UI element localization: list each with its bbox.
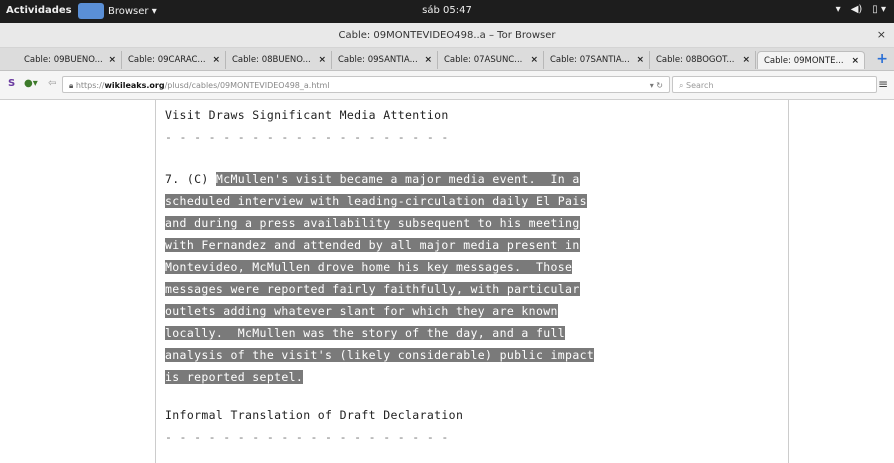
selected-text[interactable]: Montevideo, McMullen drove home his key … (165, 260, 573, 274)
section-heading: Informal Translation of Draft Declaratio… (165, 408, 464, 422)
selected-text[interactable]: outlets adding whatever slant for which … (165, 304, 558, 318)
tab-close-icon[interactable]: × (530, 51, 538, 69)
section-heading: Visit Draws Significant Media Attention (165, 108, 449, 122)
tab-label: Cable: 09SANTIA... (338, 55, 418, 65)
search-placeholder: Search (686, 81, 714, 90)
tab[interactable]: Cable: 08BUENO... × (226, 51, 332, 69)
tab-close-icon[interactable]: × (212, 51, 220, 69)
reload-icon[interactable]: ▾ ↻ (650, 77, 663, 94)
selected-text[interactable]: messages were reported fairly faithfully… (165, 282, 580, 296)
window-title: Cable: 09MONTEVIDEO498..a – Tor Browser (338, 30, 556, 41)
paragraph-line[interactable]: and during a press availability subseque… (165, 216, 580, 230)
paragraph-line[interactable]: 7. (C) McMullen's visit became a major m… (165, 172, 580, 186)
url-path: /plusd/cables/09MONTEVIDEO498_a.html (164, 81, 330, 90)
paragraph-line[interactable]: Montevideo, McMullen drove home his key … (165, 260, 573, 274)
tab-close-icon[interactable]: × (636, 51, 644, 69)
page-content: Visit Draws Significant Media Attention … (0, 100, 894, 463)
tor-onion-icon[interactable]: ●▾ (24, 78, 38, 89)
paragraph-line[interactable]: outlets adding whatever slant for which … (165, 304, 558, 318)
back-icon[interactable]: ⇦ (48, 78, 56, 89)
tab[interactable]: Cable: 09BUENO... × (18, 51, 122, 69)
selected-text[interactable]: and during a press availability subseque… (165, 216, 580, 230)
tab-label: Cable: 09MONTE... (764, 56, 844, 66)
system-top-bar: Actividades Browser ▾ sáb 05:47 ▾ ◀) ▯ ▾ (0, 0, 894, 23)
url-bar[interactable]: 🔒︎ https://wikileaks.org/plusd/cables/09… (62, 76, 670, 93)
tab-close-icon[interactable]: × (742, 51, 750, 69)
lock-icon: 🔒︎ (69, 81, 76, 90)
tab-label: Cable: 08BOGOT... (656, 55, 735, 65)
selected-text[interactable]: scheduled interview with leading-circula… (165, 194, 587, 208)
search-icon: ⌕ (679, 81, 687, 90)
tab[interactable]: Cable: 08BOGOT... × (650, 51, 756, 69)
paragraph-line[interactable]: with Fernandez and attended by all major… (165, 238, 580, 252)
tab[interactable]: Cable: 07SANTIA... × (544, 51, 650, 69)
search-field[interactable]: ⌕ Search (672, 76, 877, 93)
tab-close-icon[interactable]: × (424, 51, 432, 69)
tab-close-icon[interactable]: × (108, 51, 116, 69)
tab-label: Cable: 07ASUNC... (444, 55, 523, 65)
navigation-bar: S ●▾ ⇦ 🔒︎ https://wikileaks.org/plusd/ca… (0, 71, 894, 100)
tab-close-icon[interactable]: × (851, 52, 859, 70)
selected-text[interactable]: is reported septel. (165, 370, 304, 384)
selected-text[interactable]: analysis of the visit's (likely consider… (165, 348, 595, 362)
tab-close-icon[interactable]: × (318, 51, 326, 69)
hamburger-menu-icon[interactable]: ≡ (878, 77, 888, 91)
window-titlebar: Cable: 09MONTEVIDEO498..a – Tor Browser … (0, 23, 894, 48)
noscript-icon[interactable]: S (8, 78, 15, 89)
tab-label: Cable: 09CARAC... (128, 55, 206, 65)
window-close-button[interactable]: × (877, 28, 886, 41)
volume-icon: ◀) (850, 4, 863, 15)
section-divider: - - - - - - - - - - - - - - - - - - - - (165, 130, 449, 144)
new-tab-button[interactable]: + (876, 52, 888, 66)
tab-active[interactable]: Cable: 09MONTE... × (757, 51, 865, 69)
tab-label: Cable: 07SANTIA... (550, 55, 630, 65)
selected-text[interactable]: locally. McMullen was the story of the d… (165, 326, 566, 340)
paragraph-label: 7. (C) (165, 172, 216, 186)
selected-text[interactable]: McMullen's visit became a major media ev… (215, 172, 580, 186)
battery-icon: ▯ ▾ (872, 4, 886, 15)
tab[interactable]: Cable: 09SANTIA... × (332, 51, 438, 69)
paragraph-line[interactable]: scheduled interview with leading-circula… (165, 194, 587, 208)
network-icon: ▾ (835, 4, 841, 15)
url-domain: wikileaks.org (104, 81, 165, 90)
paragraph-line[interactable]: messages were reported fairly faithfully… (165, 282, 580, 296)
paragraph-line[interactable]: analysis of the visit's (likely consider… (165, 348, 595, 362)
paragraph-line[interactable]: locally. McMullen was the story of the d… (165, 326, 566, 340)
tab-label: Cable: 08BUENO... (232, 55, 311, 65)
url-prefix: https:// (75, 81, 105, 90)
paragraph-line[interactable]: is reported septel. (165, 370, 304, 384)
clock[interactable]: sáb 05:47 (0, 5, 894, 16)
selected-text[interactable]: with Fernandez and attended by all major… (165, 238, 580, 252)
tab[interactable]: Cable: 07ASUNC... × (438, 51, 544, 69)
tab-strip: Cable: 09BUENO... × Cable: 09CARAC... × Ca… (0, 48, 894, 71)
tab[interactable]: Cable: 09CARAC... × (122, 51, 226, 69)
tab-label: Cable: 09BUENO... (24, 55, 103, 65)
system-tray[interactable]: ▾ ◀) ▯ ▾ (836, 4, 886, 15)
section-divider: - - - - - - - - - - - - - - - - - - - - (165, 430, 449, 444)
